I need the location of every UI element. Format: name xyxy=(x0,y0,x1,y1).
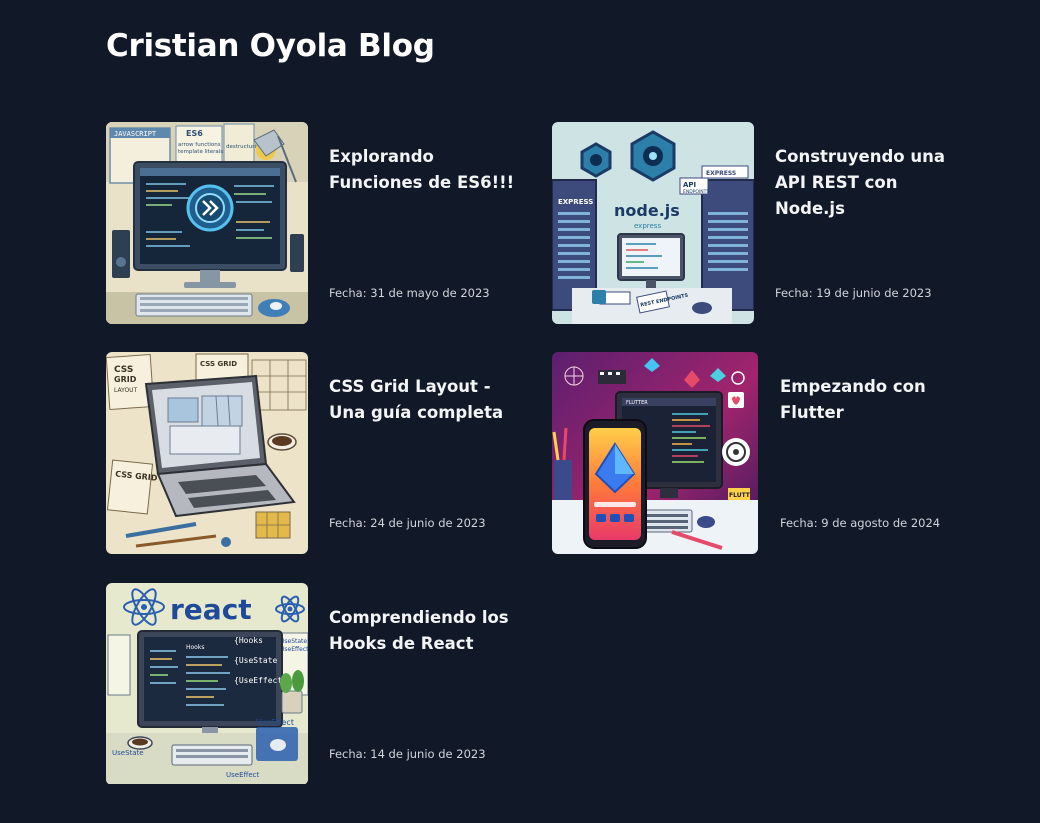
post-thumbnail-react-hooks[interactable]: react UseState UseEffect Hooks {Hooks {U… xyxy=(106,583,308,785)
post-thumbnail-flutter[interactable]: FLUTTER FLUTT xyxy=(552,352,758,554)
post-date-es6: Fecha: 31 de mayo de 2023 xyxy=(329,286,490,300)
post-thumbnail-es6[interactable]: JAVASCRIPT ES6 arrow functions template … xyxy=(106,122,308,324)
post-card-nodejs[interactable]: EXPRESS EXPRESS API ENDPOINTS node.js ex… xyxy=(552,122,952,324)
image-text-hooks-brace: {Hooks xyxy=(234,636,263,645)
post-date-css-grid: Fecha: 24 de junio de 2023 xyxy=(329,516,486,530)
image-text-express-right: EXPRESS xyxy=(706,170,736,177)
image-text-css-grid-top: CSS GRID xyxy=(200,360,237,368)
react-hooks-illustration-image: react UseState UseEffect Hooks {Hooks {U… xyxy=(106,583,308,784)
post-card-react-hooks[interactable]: react UseState UseEffect Hooks {Hooks {U… xyxy=(106,583,509,785)
image-text-javascript: JAVASCRIPT xyxy=(114,130,157,138)
post-card-flutter[interactable]: FLUTTER FLUTT Empezando con Flutter Fech… xyxy=(552,352,952,554)
image-text-arrow-functions: arrow functions xyxy=(178,142,221,148)
image-text-api: API xyxy=(683,181,696,189)
site-title: Cristian Oyola Blog xyxy=(106,28,435,64)
css-grid-illustration-image: CSS GRID LAYOUT CSS GRID CSS GRID xyxy=(106,352,308,554)
image-text-flutter-title: FLUTTER xyxy=(626,400,648,406)
post-title-react-hooks[interactable]: Comprendiendo los Hooks de React xyxy=(329,605,519,657)
image-text-hooks-header: Hooks xyxy=(186,644,204,651)
image-text-endpoints: ENDPOINTS xyxy=(683,189,709,195)
post-date-nodejs: Fecha: 19 de junio de 2023 xyxy=(775,286,932,300)
post-date-flutter: Fecha: 9 de agosto de 2024 xyxy=(780,516,941,530)
image-text-usestate-note: UseState xyxy=(280,638,307,645)
post-title-es6[interactable]: Explorando Funciones de ES6!!! xyxy=(329,144,519,196)
image-text-usestate-brace: {UseState xyxy=(234,656,278,665)
image-text-usestate-desk: UseState xyxy=(112,749,144,757)
post-title-flutter[interactable]: Empezando con Flutter xyxy=(780,374,970,426)
image-text-es6: ES6 xyxy=(186,129,203,138)
image-text-react: react xyxy=(170,593,252,626)
post-date-react-hooks: Fecha: 14 de junio de 2023 xyxy=(329,747,486,761)
blog-page: Cristian Oyola Blog JAVASCRIPT ES6 arrow… xyxy=(0,0,1040,823)
post-card-es6[interactable]: JAVASCRIPT ES6 arrow functions template … xyxy=(106,122,514,324)
image-text-grid: GRID xyxy=(114,375,137,384)
image-text-nodejs: node.js xyxy=(614,201,680,220)
image-text-useeffect-bottom: UseEffect xyxy=(226,771,259,779)
image-text-template-literals: template literals xyxy=(178,149,223,155)
flutter-illustration-image: FLUTTER FLUTT xyxy=(552,352,758,554)
image-text-layout: LAYOUT xyxy=(114,387,138,394)
post-thumbnail-nodejs[interactable]: EXPRESS EXPRESS API ENDPOINTS node.js ex… xyxy=(552,122,754,324)
image-text-useeffect-desk: UseEffect xyxy=(256,718,294,727)
image-text-css: CSS xyxy=(114,365,133,375)
post-card-css-grid[interactable]: CSS GRID LAYOUT CSS GRID CSS GRID CSS Gr… xyxy=(106,352,506,554)
post-thumbnail-css-grid[interactable]: CSS GRID LAYOUT CSS GRID CSS GRID xyxy=(106,352,308,554)
es6-illustration-image: JAVASCRIPT ES6 arrow functions template … xyxy=(106,122,308,324)
post-title-css-grid[interactable]: CSS Grid Layout - Una guía completa xyxy=(329,374,519,426)
image-text-express-left: EXPRESS xyxy=(558,198,593,206)
post-title-nodejs[interactable]: Construyendo una API REST con Node.js xyxy=(775,144,965,222)
nodejs-illustration-image: EXPRESS EXPRESS API ENDPOINTS node.js ex… xyxy=(552,122,754,324)
image-text-useeffect-brace: {UseEffect xyxy=(234,676,282,685)
image-text-express-small: express xyxy=(634,222,661,230)
image-text-useeffect-note: UseEffect xyxy=(280,646,308,653)
image-text-flutt: FLUTT xyxy=(729,492,751,499)
